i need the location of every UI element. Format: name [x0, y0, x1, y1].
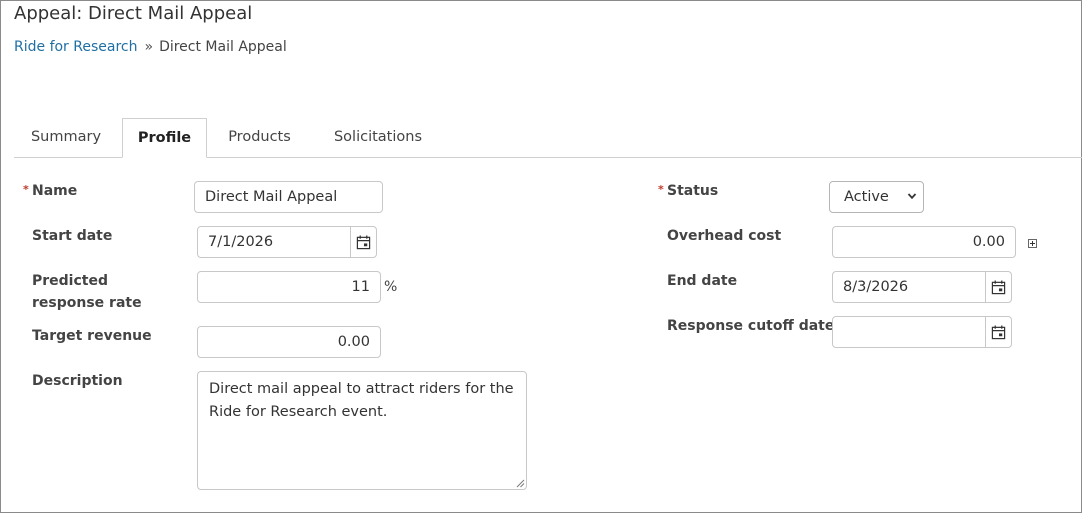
tab-summary[interactable]: Summary: [14, 118, 118, 158]
end-date-value: 8/3/2026: [843, 279, 909, 295]
end-date-input[interactable]: 8/3/2026: [832, 271, 1012, 303]
start-date-input[interactable]: 7/1/2026: [197, 226, 377, 258]
breadcrumb-current: Direct Mail Appeal: [159, 39, 287, 55]
appeal-window: Appeal: Direct Mail Appeal Ride for Rese…: [0, 0, 1082, 513]
status-label: * Status: [658, 180, 718, 202]
required-marker: *: [23, 183, 29, 196]
tab-products[interactable]: Products: [217, 118, 302, 158]
status-value: Active: [844, 189, 889, 205]
target-revenue-input[interactable]: 0.00: [197, 326, 381, 358]
calendar-icon: [991, 279, 1006, 294]
tab-profile[interactable]: Profile: [122, 118, 207, 158]
page-title: Appeal: Direct Mail Appeal: [14, 3, 253, 24]
chevron-down-icon: [907, 193, 917, 200]
name-label: * Name: [23, 180, 77, 202]
required-marker: *: [658, 183, 664, 196]
cutoff-date-label: Response cutoff date: [667, 318, 835, 334]
calendar-icon: [356, 234, 371, 249]
response-rate-input[interactable]: 11: [197, 271, 381, 303]
end-date-calendar-button[interactable]: [985, 272, 1011, 302]
resize-grip-icon[interactable]: [516, 479, 525, 488]
name-input[interactable]: Direct Mail Appeal: [194, 181, 383, 213]
description-label: Description: [32, 373, 123, 389]
start-date-calendar-button[interactable]: [350, 227, 376, 257]
breadcrumb: Ride for Research » Direct Mail Appeal: [14, 39, 287, 55]
start-date-value: 7/1/2026: [208, 234, 274, 250]
percent-unit: %: [384, 279, 398, 295]
calendar-icon: [991, 324, 1006, 339]
breadcrumb-parent-link[interactable]: Ride for Research: [14, 39, 137, 55]
description-text: Direct mail appeal to attract riders for…: [209, 381, 514, 420]
response-rate-label: Predicted response rate: [32, 273, 142, 311]
tab-solicitations[interactable]: Solicitations: [320, 118, 436, 158]
overhead-cost-label: Overhead cost: [667, 228, 782, 244]
end-date-label: End date: [667, 273, 738, 289]
start-date-label: Start date: [32, 228, 113, 244]
description-textarea[interactable]: Direct mail appeal to attract riders for…: [197, 371, 527, 490]
cutoff-date-input[interactable]: [832, 316, 1012, 348]
overhead-cost-input[interactable]: 0.00: [832, 226, 1016, 258]
tab-bar: Summary Profile Products Solicitations: [14, 118, 1082, 158]
expand-plus-icon[interactable]: [1028, 239, 1037, 248]
cutoff-date-calendar-button[interactable]: [985, 317, 1011, 347]
breadcrumb-separator: »: [144, 39, 154, 55]
status-select[interactable]: Active: [829, 181, 924, 213]
target-revenue-label: Target revenue: [32, 328, 152, 344]
